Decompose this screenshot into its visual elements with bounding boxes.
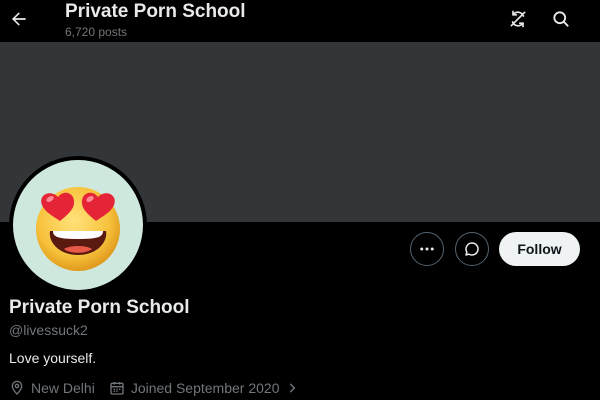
location-pin-icon — [11, 380, 23, 395]
joined-item[interactable]: Joined September 2020 — [109, 380, 300, 396]
search-button[interactable] — [546, 4, 576, 34]
location-item: New Delhi — [9, 380, 95, 396]
profile-name: Private Porn School — [9, 297, 190, 318]
profile-handle: @livessuck2 — [9, 322, 88, 338]
avatar-image — [13, 160, 143, 290]
location-text: New Delhi — [31, 380, 95, 396]
more-button[interactable] — [410, 232, 444, 266]
follow-button[interactable]: Follow — [499, 232, 580, 266]
refresh-icon — [510, 10, 526, 28]
posts-count: 6,720 posts — [65, 25, 128, 39]
joined-text: Joined September 2020 — [130, 380, 280, 396]
profile-meta: New Delhi Joined September 2020 — [9, 378, 313, 398]
calendar-icon — [110, 382, 124, 395]
refresh-button[interactable] — [503, 4, 533, 34]
back-button[interactable] — [4, 4, 34, 34]
message-icon — [465, 242, 479, 256]
search-icon — [553, 11, 569, 27]
top-bar: Private Porn School 6,720 posts — [0, 0, 600, 42]
heart-eyes-emoji — [36, 187, 120, 271]
chevron-right-icon — [290, 383, 296, 393]
page-title: Private Porn School — [65, 1, 246, 22]
avatar[interactable] — [9, 156, 147, 294]
arrow-left-icon — [12, 12, 26, 26]
profile-bio: Love yourself. — [9, 350, 97, 366]
message-button[interactable] — [455, 232, 489, 266]
more-icon — [420, 247, 434, 251]
